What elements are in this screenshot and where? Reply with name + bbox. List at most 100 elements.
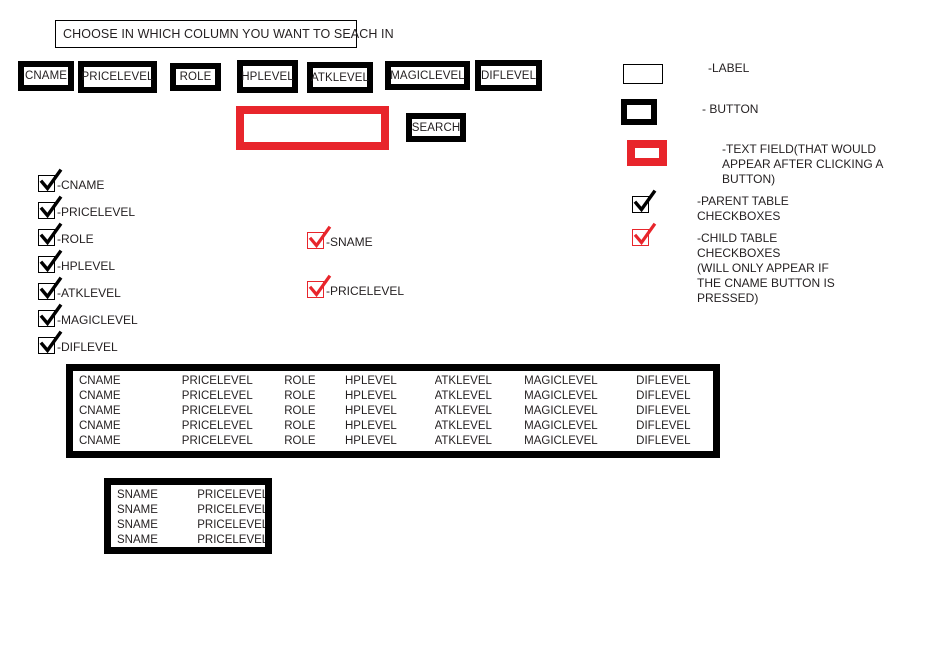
parent-checkbox-swatch-icon — [632, 189, 657, 213]
legend-item-textfield: -TEXT FIELD(THAT WOULD APPEAR AFTER CLIC… — [627, 140, 883, 187]
parent-checkbox-icon[interactable] — [38, 249, 63, 273]
legend-label-text: -LABEL — [708, 61, 750, 75]
table-cell-role: ROLE — [284, 435, 316, 447]
mockup-canvas: CHOOSE IN WHICH COLUMN YOU WANT TO SEACH… — [0, 0, 934, 667]
child-data-table: SNAME PRICELEVEL SNAME PRICELEVEL SNAME PRICE… — [104, 478, 272, 554]
table-cell-cname: CNAME — [79, 390, 121, 402]
parent-checkbox-role[interactable]: -ROLE — [38, 222, 138, 248]
column-button-atklevel[interactable]: ATKLEVEL — [307, 62, 373, 93]
table-cell-pricelevel: PRICELEVEL — [181, 390, 253, 402]
table-cell-role: ROLE — [284, 375, 316, 387]
checkbox-label: -MAGICLEVEL — [57, 313, 138, 327]
checkbox-label: -SNAME — [326, 235, 373, 249]
parent-checkbox-icon[interactable] — [38, 276, 63, 300]
checkbox-label: -CNAME — [57, 178, 105, 192]
column-button-diflevel[interactable]: DIFLEVEL — [475, 60, 542, 91]
table-cell-pricelevel: PRICELEVEL — [197, 519, 265, 531]
parent-checkbox-icon[interactable] — [38, 222, 63, 246]
parent-checkbox-cname[interactable]: -CNAME — [38, 168, 138, 194]
parent-checkbox-icon[interactable] — [38, 195, 63, 219]
table-row: SNAME PRICELEVEL — [111, 488, 265, 503]
table-cell-cname: CNAME — [79, 435, 121, 447]
legend-item-button: - BUTTON — [621, 99, 758, 125]
child-checkbox-sname[interactable]: -SNAME — [307, 225, 404, 251]
table-cell-role: ROLE — [284, 390, 316, 402]
parent-checkbox-pricelevel[interactable]: -PRICELEVEL — [38, 195, 138, 221]
table-cell-cname: CNAME — [79, 375, 121, 387]
table-cell-pricelevel: PRICELEVEL — [197, 534, 265, 546]
table-row: SNAME PRICELEVEL — [111, 503, 265, 518]
table-cell-atklevel: ATKLEVEL — [434, 405, 492, 417]
table-row: CNAME PRICELEVEL ROLE HPLEVEL ATKLEVEL MAGICL… — [73, 374, 713, 389]
parent-checkbox-diflevel[interactable]: -DIFLEVEL — [38, 330, 138, 356]
column-button-pricelevel[interactable]: PRICELEVEL — [78, 61, 157, 93]
checkbox-label: -HPLEVEL — [57, 259, 116, 273]
table-row: CNAME PRICELEVEL ROLE HPLEVEL ATKLEVEL MAGICL… — [73, 434, 713, 449]
table-cell-hplevel: HPLEVEL — [344, 375, 397, 387]
child-checkbox-list: -SNAME -PRICELEVEL — [307, 225, 405, 330]
table-cell-pricelevel: PRICELEVEL — [181, 405, 253, 417]
table-cell-sname: SNAME — [117, 489, 158, 501]
table-cell-sname: SNAME — [117, 504, 158, 516]
table-row: CNAME PRICELEVEL ROLE HPLEVEL ATKLEVEL MAGICL… — [73, 419, 713, 434]
table-cell-sname: SNAME — [117, 534, 158, 546]
column-button-magiclevel[interactable]: MAGICLEVEL — [385, 61, 470, 90]
table-cell-pricelevel: PRICELEVEL — [197, 489, 265, 501]
checkbox-label: -PRICELEVEL — [326, 284, 405, 298]
parent-checkbox-icon[interactable] — [38, 303, 63, 327]
table-cell-hplevel: HPLEVEL — [344, 390, 397, 402]
table-cell-hplevel: HPLEVEL — [344, 420, 397, 432]
parent-data-table: CNAME PRICELEVEL ROLE HPLEVEL ATKLEVEL MAGICL… — [66, 364, 720, 458]
legend-textfield-text: -TEXT FIELD(THAT WOULD APPEAR AFTER CLIC… — [722, 142, 884, 186]
child-checkbox-icon[interactable] — [307, 274, 332, 298]
column-button-role[interactable]: ROLE — [170, 63, 221, 91]
checkbox-label: -ATKLEVEL — [57, 286, 121, 300]
child-checkbox-pricelevel[interactable]: -PRICELEVEL — [307, 274, 405, 300]
table-cell-magiclevel: MAGICLEVEL — [524, 390, 598, 402]
child-checkbox-icon[interactable] — [307, 225, 332, 249]
checkbox-label: -DIFLEVEL — [57, 340, 118, 354]
parent-checkbox-atklevel[interactable]: -ATKLEVEL — [38, 276, 138, 302]
table-cell-cname: CNAME — [79, 405, 121, 417]
table-cell-magiclevel: MAGICLEVEL — [524, 375, 598, 387]
table-cell-role: ROLE — [284, 420, 316, 432]
child-checkbox-swatch-icon — [632, 222, 657, 246]
search-input[interactable] — [236, 106, 389, 150]
legend-child-checkbox-text: -CHILD TABLE CHECKBOXES (WILL ONLY APPEA… — [697, 231, 835, 305]
parent-checkbox-hplevel[interactable]: -HPLEVEL — [38, 249, 138, 275]
button-swatch-icon — [621, 99, 657, 125]
table-cell-hplevel: HPLEVEL — [344, 405, 397, 417]
column-button-hplevel[interactable]: HPLEVEL — [237, 60, 298, 93]
table-cell-magiclevel: MAGICLEVEL — [524, 405, 598, 417]
table-cell-magiclevel: MAGICLEVEL — [524, 420, 598, 432]
table-cell-magiclevel: MAGICLEVEL — [524, 435, 598, 447]
table-cell-atklevel: ATKLEVEL — [434, 390, 492, 402]
legend-button-text: - BUTTON — [702, 102, 759, 116]
instruction-label: CHOOSE IN WHICH COLUMN YOU WANT TO SEACH… — [55, 20, 394, 48]
parent-checkbox-magiclevel[interactable]: -MAGICLEVEL — [38, 303, 138, 329]
table-cell-atklevel: ATKLEVEL — [434, 435, 492, 447]
table-cell-atklevel: ATKLEVEL — [434, 375, 492, 387]
label-swatch-icon — [623, 64, 663, 84]
table-cell-pricelevel: PRICELEVEL — [181, 375, 253, 387]
legend-item-child-checkbox: -CHILD TABLE CHECKBOXES (WILL ONLY APPEA… — [632, 222, 835, 306]
parent-checkbox-icon[interactable] — [38, 330, 63, 354]
table-cell-diflevel: DIFLEVEL — [636, 375, 691, 387]
table-cell-diflevel: DIFLEVEL — [636, 435, 691, 447]
table-cell-pricelevel: PRICELEVEL — [181, 435, 253, 447]
textfield-swatch-icon — [627, 140, 667, 166]
legend-item-parent-checkbox: -PARENT TABLE CHECKBOXES — [632, 189, 789, 224]
table-cell-pricelevel: PRICELEVEL — [197, 504, 265, 516]
parent-checkbox-icon[interactable] — [38, 168, 63, 192]
checkbox-label: -PRICELEVEL — [57, 205, 136, 219]
table-row: CNAME PRICELEVEL ROLE HPLEVEL ATKLEVEL MAGICL… — [73, 404, 713, 419]
search-button[interactable]: SEARCH — [406, 113, 466, 142]
table-cell-diflevel: DIFLEVEL — [636, 390, 691, 402]
table-cell-pricelevel: PRICELEVEL — [181, 420, 253, 432]
table-cell-sname: SNAME — [117, 519, 158, 531]
table-cell-cname: CNAME — [79, 420, 121, 432]
table-cell-diflevel: DIFLEVEL — [636, 420, 691, 432]
checkbox-label: -ROLE — [57, 232, 94, 246]
table-row: SNAME PRICELEVEL — [111, 518, 265, 533]
column-button-cname[interactable]: CNAME — [18, 61, 74, 91]
